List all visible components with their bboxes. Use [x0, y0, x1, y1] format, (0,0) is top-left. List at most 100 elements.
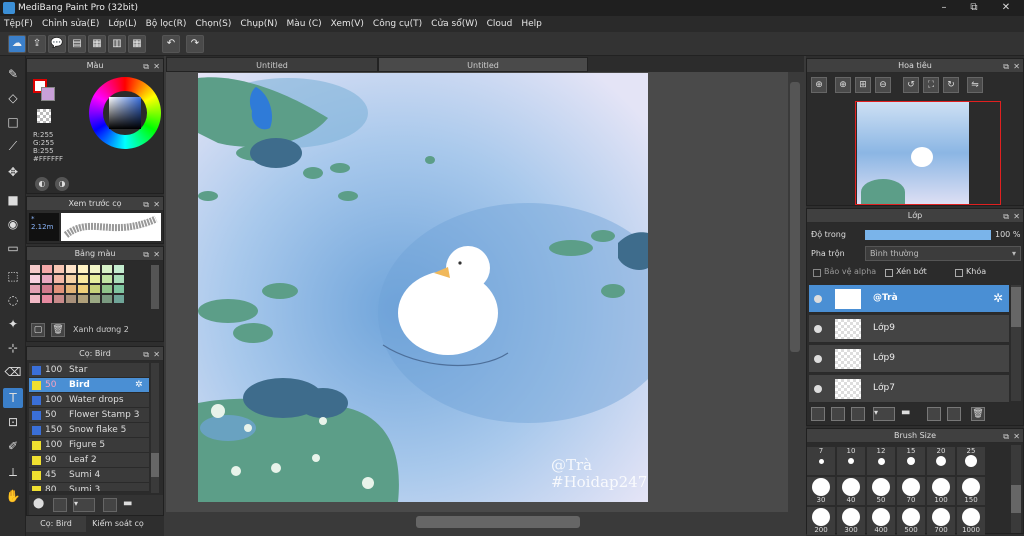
brush-new-icon[interactable] [53, 498, 67, 512]
palette-swatch[interactable] [102, 295, 112, 303]
close-icon[interactable]: ✕ [153, 60, 160, 74]
fill-rect-tool-icon[interactable]: ■ [3, 190, 23, 210]
share-icon[interactable]: ⇪ [28, 35, 46, 53]
palette-swatch[interactable] [90, 275, 100, 283]
brush-add-icon[interactable]: ⬤ [33, 498, 47, 512]
duplicate-layer-icon[interactable] [927, 407, 941, 421]
tab-brush-control[interactable]: Kiểm soát cọ [86, 516, 150, 532]
close-icon[interactable]: ✕ [153, 348, 160, 362]
brush-size-cell[interactable]: 500 [897, 507, 925, 535]
zoom-icon[interactable]: ⊕ [811, 77, 827, 93]
opacity-slider[interactable] [865, 230, 991, 240]
fit-icon[interactable]: ⊞ [855, 77, 871, 93]
palette-swatch[interactable] [54, 285, 64, 293]
palette-swatch[interactable] [54, 275, 64, 283]
menu-file[interactable]: Tệp(F) [4, 19, 33, 29]
close-icon[interactable]: ✕ [153, 198, 160, 212]
brush-size-cell[interactable]: 200 [807, 507, 835, 535]
close-icon[interactable]: ✕ [1013, 60, 1020, 74]
palette-swatch[interactable] [78, 275, 88, 283]
new-halftone-layer-icon[interactable] [831, 407, 845, 421]
cloud-icon[interactable]: ☁ [8, 35, 26, 53]
palette-swatch[interactable] [66, 275, 76, 283]
layer-row[interactable]: Lớp9 [809, 345, 1009, 373]
menu-edit[interactable]: Chỉnh sửa(E) [42, 19, 99, 29]
palette-swatch[interactable] [66, 265, 76, 273]
eye-icon[interactable] [814, 355, 822, 363]
brush-copy-icon[interactable] [103, 498, 117, 512]
palette-swatch[interactable] [102, 265, 112, 273]
zoom-in-icon[interactable]: ⊕ [835, 77, 851, 93]
brush-size-cell[interactable]: 7 [807, 447, 835, 475]
folder-icon[interactable]: ▬ [123, 498, 137, 512]
lock-checkbox[interactable] [955, 269, 963, 277]
brush-item[interactable]: 100 Figure 5 [29, 438, 149, 453]
close-icon[interactable]: ✕ [1013, 210, 1020, 224]
palette-swatch[interactable] [78, 265, 88, 273]
grid-icon[interactable]: ▦ [128, 35, 146, 53]
menu-select[interactable]: Chọn(S) [195, 19, 231, 29]
palette-swatch[interactable] [30, 285, 40, 293]
delete-palette-icon[interactable]: 🗑 [51, 323, 65, 337]
palette-swatch[interactable] [102, 285, 112, 293]
brush-item[interactable]: 90 Leaf 2 [29, 453, 149, 468]
palette-swatch[interactable] [78, 285, 88, 293]
menu-snap[interactable]: Chụp(N) [240, 19, 277, 29]
divide-tool-icon[interactable]: ⊡ [3, 412, 23, 432]
brush-size-cell[interactable]: 100 [927, 477, 955, 505]
menu-view[interactable]: Xem(V) [331, 19, 364, 29]
close-icon[interactable]: ✕ [153, 248, 160, 262]
tab-document-2[interactable]: Untitled [378, 57, 588, 72]
artwork-canvas[interactable]: @Trà #Hoidap247 [198, 73, 648, 502]
select-tool-icon[interactable]: ⬚ [3, 266, 23, 286]
blend-mode-select[interactable]: Bình thường ▾ [865, 246, 1021, 261]
undo-icon[interactable]: ↶ [162, 35, 180, 53]
rectangle-tool-icon[interactable]: □ [3, 112, 23, 132]
palette-swatch[interactable] [42, 275, 52, 283]
brush-tool-icon[interactable]: ✎ [3, 64, 23, 84]
menu-help[interactable]: Help [521, 19, 542, 29]
palette-swatch[interactable] [90, 285, 100, 293]
brush-item[interactable]: 150 Snow flake 5 [29, 423, 149, 438]
reset-view-icon[interactable]: ⛶ [923, 77, 939, 93]
brush-size-cell[interactable]: 1000 [957, 507, 985, 535]
maximize-button[interactable]: ⧉ [962, 0, 986, 16]
brush-size-cell[interactable]: 12 [867, 447, 895, 475]
clipping-checkbox[interactable] [885, 269, 893, 277]
brush-item[interactable]: 80 Sumi 3 [29, 483, 149, 492]
undock-icon[interactable]: ⧉ [143, 348, 149, 362]
folder-icon[interactable]: ▬ [901, 407, 915, 421]
color-add-icon[interactable]: ◑ [55, 177, 69, 191]
transparent-color[interactable] [37, 109, 51, 123]
close-icon[interactable]: ✕ [1013, 430, 1020, 444]
palette-scrollbar[interactable] [151, 265, 159, 309]
menu-color[interactable]: Màu (C) [287, 19, 322, 29]
new-8bit-layer-icon[interactable] [851, 407, 865, 421]
magic-wand-icon[interactable]: ✦ [3, 314, 23, 334]
new-layer-icon[interactable] [811, 407, 825, 421]
brush-size-cell[interactable]: 150 [957, 477, 985, 505]
select-eraser-icon[interactable]: ⌫ [3, 362, 23, 382]
background-color[interactable] [41, 87, 55, 101]
eraser-tool-icon[interactable]: ◇ [3, 88, 23, 108]
brush-size-cell[interactable]: 400 [867, 507, 895, 535]
line-tool-icon[interactable]: ⟋ [3, 136, 23, 156]
palette-swatch[interactable] [30, 275, 40, 283]
palette-swatch[interactable] [102, 275, 112, 283]
menu-window[interactable]: Cửa sổ(W) [431, 19, 477, 29]
zoom-out-icon[interactable]: ⊖ [875, 77, 891, 93]
protect-alpha-checkbox[interactable] [813, 269, 821, 277]
palette-swatch[interactable] [42, 265, 52, 273]
palette-swatch[interactable] [114, 285, 124, 293]
bucket-tool-icon[interactable]: ◉ [3, 214, 23, 234]
palette-swatch[interactable] [42, 285, 52, 293]
rotate-left-icon[interactable]: ↺ [903, 77, 919, 93]
brush-size-cell[interactable]: 70 [897, 477, 925, 505]
close-button[interactable]: ✕ [994, 0, 1018, 16]
brush-size-cell[interactable]: 10 [837, 447, 865, 475]
hand-tool-icon[interactable]: ✋ [3, 486, 23, 506]
palette-swatch[interactable] [90, 295, 100, 303]
minimize-button[interactable]: – [932, 0, 956, 16]
brush-size-cell[interactable]: 25 [957, 447, 985, 475]
brush-scrollbar[interactable] [151, 363, 159, 493]
